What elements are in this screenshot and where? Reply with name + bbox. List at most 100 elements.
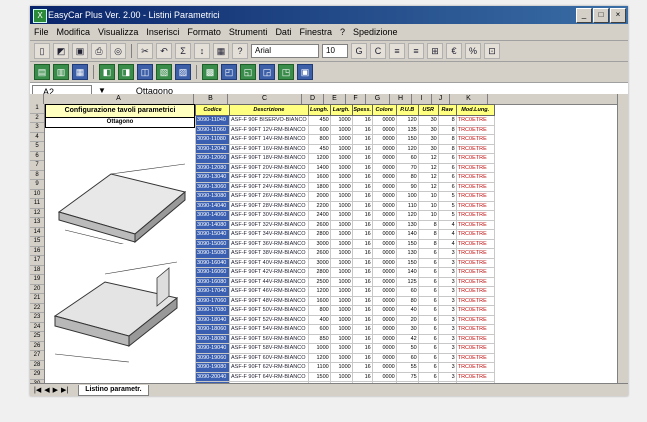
table-cell[interactable]: 3 [437, 314, 457, 325]
table-cell[interactable]: 16 [351, 124, 373, 135]
table-cell[interactable]: 20 [395, 314, 419, 325]
table-cell[interactable]: 3 [437, 267, 457, 278]
table-cell[interactable]: 3 [437, 305, 457, 316]
table-cell[interactable]: 4 [437, 238, 457, 249]
table-cell[interactable]: ASF-F 90FT 22V-RM-BIANCO [229, 172, 309, 183]
table-cell[interactable]: TRC0ETRE [455, 162, 495, 173]
row-header[interactable]: 19 [30, 275, 44, 285]
green-tool-icon[interactable]: ◧ [99, 64, 115, 80]
table-cell[interactable]: 3090-16080 [195, 276, 230, 287]
table-row[interactable]: 3090-15040 ASF-F 90FT 34V-RM-BIANCO 2800 10… [195, 229, 495, 240]
table-cell[interactable]: 1000 [329, 248, 353, 259]
row-header[interactable]: 21 [30, 294, 44, 304]
column-header-a[interactable]: A [44, 94, 194, 104]
table-cell[interactable]: 1000 [329, 229, 353, 240]
column-header-g[interactable]: G [366, 94, 390, 104]
table-row[interactable]: 3090-12060 ASF-F 90FT 18V-RM-BIANCO 1200 10… [195, 153, 495, 164]
table-cell[interactable]: 0000 [371, 153, 397, 164]
table-cell[interactable]: 55 [395, 362, 419, 373]
table-cell[interactable]: 450 [307, 115, 331, 126]
table-cell[interactable]: 850 [307, 333, 331, 344]
table-cell[interactable]: 450 [307, 143, 331, 154]
table-row[interactable]: 3090-13060 ASF-F 90FT 24V-RM-BIANCO 1800 10… [195, 181, 495, 192]
table-cell[interactable]: 1000 [329, 314, 353, 325]
table-row[interactable]: 3090-16080 ASF-F 90FT 44V-RM-BIANCO 2500 10… [195, 276, 495, 287]
table-cell[interactable]: 16 [351, 248, 373, 259]
table-cell[interactable]: 1500 [307, 371, 331, 382]
table-row[interactable]: 3090-16060 ASF-F 90FT 42V-RM-BIANCO 2800 10… [195, 267, 495, 278]
table-cell[interactable]: ASF-F 90FT 28V-RM-BIANCO [229, 200, 309, 211]
table-cell[interactable]: 140 [395, 267, 419, 278]
table-cell[interactable]: ASF-F 90F BISERVO-BIANCO [229, 115, 309, 126]
table-cell[interactable]: 3090-14080 [195, 219, 230, 230]
table-cell[interactable]: ASF-F 90FT 54V-RM-BIANCO [229, 324, 309, 335]
green-tool-icon[interactable]: ◨ [118, 64, 134, 80]
table-cell[interactable]: 1000 [329, 191, 353, 202]
table-cell[interactable]: TRC0ETRE [455, 172, 495, 183]
table-cell[interactable]: 6 [417, 314, 439, 325]
table-cell[interactable]: 3090-19060 [195, 352, 230, 363]
table-cell[interactable]: 3090-13080 [195, 191, 230, 202]
chart-icon[interactable]: ▦ [213, 43, 229, 59]
table-cell[interactable]: 60 [395, 153, 419, 164]
table-cell[interactable]: ASF-F 90FT 38V-RM-BIANCO [229, 248, 309, 259]
sum-icon[interactable]: Σ [175, 43, 191, 59]
table-cell[interactable]: 3000 [307, 238, 331, 249]
table-cell[interactable]: 60 [395, 352, 419, 363]
row-header[interactable]: 1 [30, 104, 44, 114]
row-header[interactable]: 6 [30, 152, 44, 161]
table-cell[interactable]: TRC0ETRE [455, 286, 495, 297]
table-cell[interactable]: 3 [437, 333, 457, 344]
table-cell[interactable]: 70 [395, 162, 419, 173]
table-cell[interactable]: ASF-F 90FT 52V-RM-BIANCO [229, 314, 309, 325]
table-cell[interactable]: 16 [351, 343, 373, 354]
row-header[interactable]: 15 [30, 237, 44, 247]
maximize-button[interactable]: □ [593, 8, 609, 23]
row-header[interactable]: 9 [30, 180, 44, 190]
column-header-e[interactable]: E [324, 94, 346, 104]
table-cell[interactable]: 16 [351, 276, 373, 287]
green-tool-icon[interactable]: ▧ [156, 64, 172, 80]
table-cell[interactable]: TRC0ETRE [455, 181, 495, 192]
table-cell[interactable]: 3090-19040 [195, 343, 230, 354]
table-cell[interactable]: 42 [395, 333, 419, 344]
menu-spedizione[interactable]: Spedizione [353, 27, 398, 37]
align-left-icon[interactable]: ≡ [389, 43, 405, 59]
table-cell[interactable]: 3090-11040 [195, 115, 230, 126]
table-row[interactable]: 3090-18080 ASF-F 90FT 56V-RM-BIANCO 850 100… [195, 333, 495, 344]
table-cell[interactable]: 8 [417, 238, 439, 249]
prev-sheet-arrow-icon[interactable]: ◀ [44, 386, 49, 394]
table-cell[interactable]: 0000 [371, 134, 397, 145]
table-row[interactable]: 3090-19060 ASF-F 90FT 60V-RM-BIANCO 1200 10… [195, 352, 495, 363]
table-cell[interactable]: 3 [437, 257, 457, 268]
green-tool-icon[interactable]: ◳ [278, 64, 294, 80]
table-cell[interactable]: 3 [437, 343, 457, 354]
table-cell[interactable]: 0000 [371, 181, 397, 192]
table-cell[interactable]: TRC0ETRE [455, 115, 495, 126]
table-cell[interactable]: 12 [417, 153, 439, 164]
table-cell[interactable]: 30 [417, 115, 439, 126]
table-cell[interactable]: 3090-18080 [195, 333, 230, 344]
row-header[interactable]: 2 [30, 114, 44, 123]
table-cell[interactable]: 3 [437, 276, 457, 287]
table-cell[interactable]: 5 [437, 210, 457, 221]
table-cell[interactable]: 600 [307, 324, 331, 335]
table-cell[interactable]: ASF-F 90FT 14V-RM-BIANCO [229, 134, 309, 145]
currency-icon[interactable]: € [446, 43, 462, 59]
table-row[interactable]: 3090-17080 ASF-F 90FT 50V-RM-BIANCO 800 100… [195, 305, 495, 316]
table-cell[interactable]: 6 [417, 295, 439, 306]
table-row[interactable]: 3090-14040 ASF-F 90FT 28V-RM-BIANCO 2200 10… [195, 200, 495, 211]
row-header[interactable]: 23 [30, 313, 44, 323]
table-cell[interactable]: ASF-F 90FT 62V-RM-BIANCO [229, 362, 309, 373]
column-header-h[interactable]: H [390, 94, 412, 104]
table-cell[interactable]: 6 [437, 172, 457, 183]
table-cell[interactable]: 3090-18060 [195, 324, 230, 335]
table-cell[interactable]: 0000 [371, 276, 397, 287]
table-cell[interactable]: 0000 [371, 333, 397, 344]
table-cell[interactable]: 2500 [307, 276, 331, 287]
row-header[interactable]: 24 [30, 323, 44, 332]
table-cell[interactable]: 16 [351, 134, 373, 145]
table-row[interactable]: 3090-13080 ASF-F 90FT 26V-RM-BIANCO 2000 10… [195, 191, 495, 202]
menu-modifica[interactable]: Modifica [57, 27, 91, 37]
table-cell[interactable]: 16 [351, 267, 373, 278]
